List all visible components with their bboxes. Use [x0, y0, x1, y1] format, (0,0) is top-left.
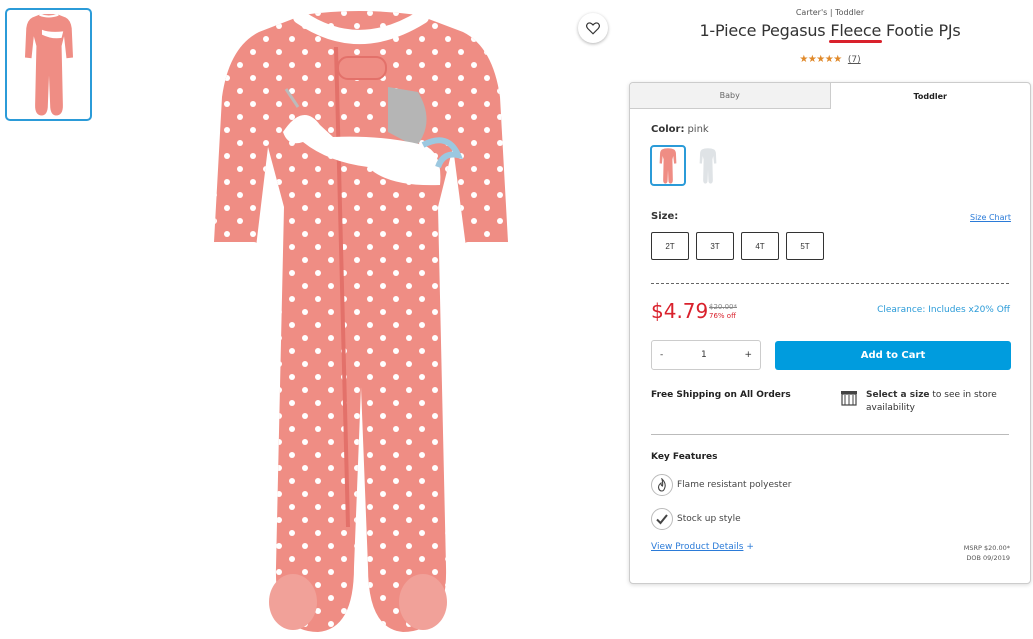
color-label-row: Color: pink — [651, 124, 709, 135]
original-price: $20.00* — [709, 303, 737, 311]
size-button-2t[interactable]: 2T — [651, 232, 689, 260]
thumbnail-image[interactable] — [5, 8, 92, 121]
swatch-gray[interactable] — [690, 145, 726, 186]
size-button-5t[interactable]: 5T — [786, 232, 824, 260]
gray-pajama-swatch-icon — [699, 147, 717, 184]
tab-toddler[interactable]: Toddler — [831, 83, 1031, 109]
dashed-divider — [651, 283, 1009, 284]
rating-row: ★★★★★ (7) — [630, 54, 1030, 65]
color-label: Color: — [651, 124, 685, 135]
view-details-label: View Product Details — [651, 542, 744, 552]
pajama-illustration — [212, 10, 510, 632]
view-product-details-link[interactable]: View Product Details + — [651, 542, 754, 552]
title-part-2: Footie PJs — [881, 21, 961, 40]
msrp-price: MSRP $20.00* — [963, 544, 1010, 552]
pink-pajama-swatch-icon — [659, 147, 677, 184]
main-product-image — [108, 7, 614, 639]
product-title: 1-Piece Pegasus Fleece Footie PJs — [630, 21, 1030, 40]
tab-baby[interactable]: Baby — [630, 83, 831, 109]
flame-icon — [651, 474, 673, 496]
feature-text: Flame resistant polyester — [677, 480, 792, 490]
checkmark-icon — [651, 508, 673, 530]
feature-text: Stock up style — [677, 514, 741, 524]
brand-line: Carter's | Toddler — [795, 8, 865, 17]
color-value: pink — [687, 124, 709, 135]
key-features-title: Key Features — [651, 452, 718, 462]
free-shipping-text: Free Shipping on All Orders — [651, 390, 791, 400]
quantity-decrease-button[interactable]: - — [660, 350, 663, 360]
heart-icon — [586, 21, 600, 35]
quantity-value[interactable]: 1 — [701, 350, 707, 360]
msrp-dob: DOB 09/2019 — [966, 554, 1010, 562]
feature-item: Flame resistant polyester — [651, 474, 791, 496]
msrp-info: MSRP $20.00* DOB 09/2019 — [964, 543, 1010, 563]
size-category-tabs: Baby Toddler — [630, 83, 1030, 109]
product-options-card: Baby Toddler Color: pink Size: Size Chart… — [629, 82, 1031, 584]
review-count-link[interactable]: (7) — [848, 55, 861, 65]
quantity-increase-button[interactable]: + — [744, 350, 752, 360]
quantity-stepper: - 1 + — [651, 340, 761, 370]
size-button-4t[interactable]: 4T — [741, 232, 779, 260]
title-part-1: 1-Piece Pegasus — [699, 21, 831, 40]
store-availability-text: Select a size to see in store availabili… — [866, 389, 1016, 415]
title-highlight: Fleece — [830, 21, 882, 40]
add-to-cart-button[interactable]: Add to Cart — [775, 341, 1011, 370]
size-label-text: Size: — [651, 211, 679, 222]
size-button-3t[interactable]: 3T — [696, 232, 734, 260]
swatch-pink[interactable] — [650, 145, 686, 186]
discount-percent: 76% off — [709, 312, 736, 320]
clearance-note: Clearance: Includes x20% Off — [877, 305, 1010, 315]
size-label: Size: — [651, 211, 678, 222]
store-icon — [841, 391, 857, 406]
thumbnail-pajama-icon — [24, 13, 73, 115]
star-rating: ★★★★★ — [799, 54, 842, 65]
select-size-link[interactable]: Select a size — [866, 390, 930, 400]
view-details-plus: + — [746, 542, 754, 552]
favorite-button[interactable] — [578, 13, 608, 43]
sale-price: $4.79 — [651, 299, 709, 323]
feature-item: Stock up style — [651, 508, 741, 530]
solid-divider — [651, 434, 1009, 435]
size-chart-link[interactable]: Size Chart — [970, 213, 1011, 222]
